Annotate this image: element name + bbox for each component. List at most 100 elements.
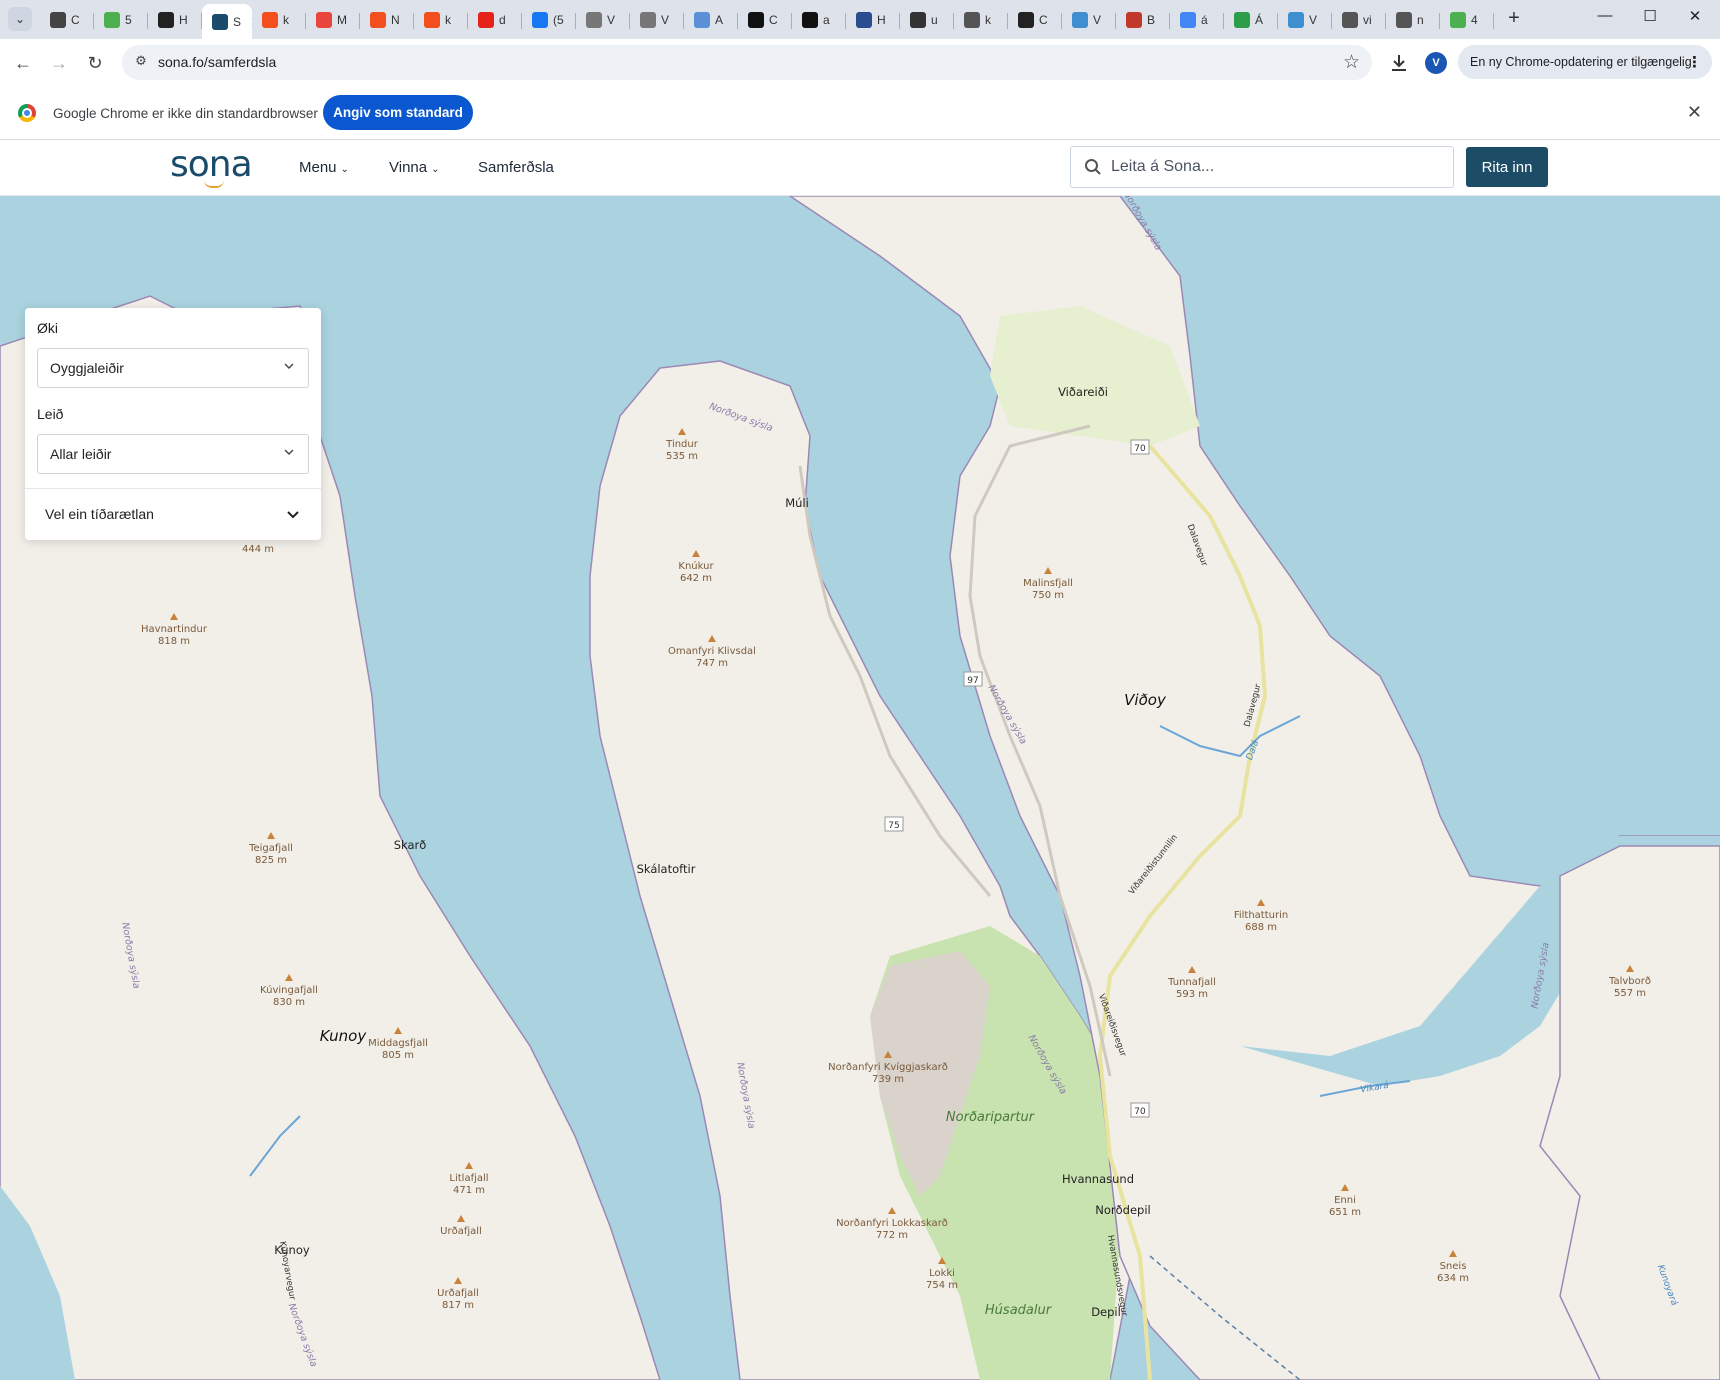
browser-tab[interactable]: k xyxy=(414,4,468,36)
peak-elevation: 444 m xyxy=(242,544,274,555)
peak-elevation: 750 m xyxy=(1032,590,1064,601)
more-menu-icon[interactable]: ⋮ xyxy=(1687,53,1702,71)
peak-elevation: 557 m xyxy=(1614,988,1646,999)
browser-tab[interactable]: k xyxy=(954,4,1008,36)
tab-title: S xyxy=(233,14,242,29)
peak-name: Norðanfyri Kvíggjaskarð xyxy=(828,1061,948,1073)
s-icon xyxy=(802,12,818,28)
browser-tab[interactable]: N xyxy=(360,4,414,36)
chevron-down-icon: ⌄ xyxy=(14,12,26,26)
browser-tab[interactable]: V xyxy=(1278,4,1332,36)
browser-tab[interactable]: V xyxy=(630,4,684,36)
chevron-down-icon xyxy=(284,363,294,369)
browser-tab[interactable]: C xyxy=(1008,4,1062,36)
globe-icon xyxy=(1342,12,1358,28)
tab-title: Á xyxy=(1255,13,1264,27)
place-label: Viðoy xyxy=(1124,691,1167,709)
peak-name: Omanfyri Klivsdal xyxy=(668,646,756,657)
window-close-button[interactable]: ✕ xyxy=(1672,7,1718,31)
peak-name: Sneis xyxy=(1440,1261,1467,1272)
tab-title: N xyxy=(391,13,400,27)
browser-tab[interactable]: vi xyxy=(1332,4,1386,36)
tab-title: C xyxy=(769,13,778,27)
globe-icon xyxy=(964,12,980,28)
set-default-browser-button[interactable]: Angiv som standard xyxy=(323,95,473,130)
nav-samferdsla[interactable]: Samferðsla xyxy=(478,159,554,176)
nav-vinna-label: Vinna xyxy=(389,159,428,176)
browser-tab[interactable]: V xyxy=(1062,4,1116,36)
site-search[interactable] xyxy=(1070,146,1454,188)
url-text[interactable]: sona.fo/samferdsla xyxy=(158,54,276,70)
black-k-icon xyxy=(158,12,174,28)
peak-name: Talvborð xyxy=(1608,976,1651,987)
peak-elevation: 818 m xyxy=(158,636,190,647)
nav-vinna[interactable]: Vinna ⌄ xyxy=(389,159,439,176)
chrome-update-button[interactable]: En ny Chrome-opdatering er tilgængelig ⋮ xyxy=(1458,45,1712,79)
peak-elevation: 688 m xyxy=(1245,922,1277,933)
forward-button[interactable]: → xyxy=(46,50,72,76)
peak-elevation: 825 m xyxy=(255,855,287,866)
maximize-button[interactable]: ☐ xyxy=(1627,7,1673,31)
back-button[interactable]: ← xyxy=(10,50,36,76)
download-icon[interactable] xyxy=(1388,52,1410,74)
browser-tab[interactable]: H xyxy=(148,4,202,36)
browser-tab[interactable]: S✕ xyxy=(202,4,252,39)
site-info-icon[interactable]: ⚙ xyxy=(132,53,150,71)
chevron-down-icon[interactable] xyxy=(287,508,299,520)
reload-button[interactable]: ↻ xyxy=(82,50,108,76)
browser-tab[interactable]: a xyxy=(792,4,846,36)
browser-toolbar: ← → ↻ ⚙ sona.fo/samferdsla ☆ V En ny Chr… xyxy=(0,39,1720,86)
green-leaf-icon xyxy=(1450,12,1466,28)
area-select[interactable]: Oyggjaleiðir xyxy=(37,348,309,388)
browser-tab[interactable]: n xyxy=(1386,4,1440,36)
route-label: Leið xyxy=(37,406,64,422)
tab-search-button[interactable]: ⌄ xyxy=(8,7,32,31)
road-number: 75 xyxy=(888,821,899,831)
browser-tab[interactable]: 5 xyxy=(94,4,148,36)
new-tab-button[interactable]: + xyxy=(1503,8,1525,30)
flag-icon xyxy=(694,12,710,28)
profile-avatar[interactable]: V xyxy=(1425,52,1447,74)
peak-elevation: 634 m xyxy=(1437,1273,1469,1284)
browser-tab[interactable]: u xyxy=(900,4,954,36)
tab-title: 5 xyxy=(125,13,132,27)
timetable-toggle[interactable]: Vel ein tíðarætlan xyxy=(45,506,154,522)
road-number: 70 xyxy=(1134,444,1146,454)
close-icon[interactable]: ✕ xyxy=(1687,102,1702,123)
tab-title: V xyxy=(1309,13,1318,27)
browser-tab[interactable]: A xyxy=(684,4,738,36)
place-label: Norðaripartur xyxy=(946,1110,1036,1125)
browser-tab[interactable]: d xyxy=(468,4,522,36)
nav-menu[interactable]: Menu ⌄ xyxy=(299,159,349,176)
browser-tab[interactable]: H xyxy=(846,4,900,36)
place-label: Húsadalur xyxy=(985,1303,1053,1318)
peak-elevation: 739 m xyxy=(872,1074,904,1085)
browser-tab[interactable]: M xyxy=(306,4,360,36)
chevron-down-icon: ⌄ xyxy=(340,164,349,175)
minimize-button[interactable]: — xyxy=(1582,7,1628,31)
browser-tab[interactable]: C xyxy=(40,4,94,36)
peak-name: Lokki xyxy=(929,1268,955,1279)
road-number: 97 xyxy=(967,676,978,686)
chrome-logo-icon xyxy=(18,104,36,122)
peak-name: Litlafjall xyxy=(449,1173,488,1184)
tab-title: C xyxy=(1039,13,1048,27)
browser-tab[interactable]: C xyxy=(738,4,792,36)
browser-tab[interactable]: Á xyxy=(1224,4,1278,36)
route-select[interactable]: Allar leiðir xyxy=(37,434,309,474)
login-button[interactable]: Rita inn xyxy=(1466,147,1548,187)
address-bar[interactable]: ⚙ sona.fo/samferdsla ☆ xyxy=(122,45,1372,80)
default-browser-infobar: Google Chrome er ikke din standardbrowse… xyxy=(0,86,1720,140)
place-label: Norðdepil xyxy=(1095,1203,1150,1217)
browser-tab[interactable]: (5 xyxy=(522,4,576,36)
sona-logo[interactable]: sona xyxy=(170,144,253,185)
browser-tab[interactable]: k xyxy=(252,4,306,36)
browser-tab[interactable]: á xyxy=(1170,4,1224,36)
peak-name: Malinsfjall xyxy=(1023,578,1073,589)
browser-tab[interactable]: V xyxy=(576,4,630,36)
peak-name: Tunnafjall xyxy=(1167,977,1216,988)
browser-tab[interactable]: 4 xyxy=(1440,4,1494,36)
browser-tab[interactable]: B xyxy=(1116,4,1170,36)
search-input[interactable] xyxy=(1111,155,1441,179)
bookmark-star-icon[interactable]: ☆ xyxy=(1343,51,1360,74)
